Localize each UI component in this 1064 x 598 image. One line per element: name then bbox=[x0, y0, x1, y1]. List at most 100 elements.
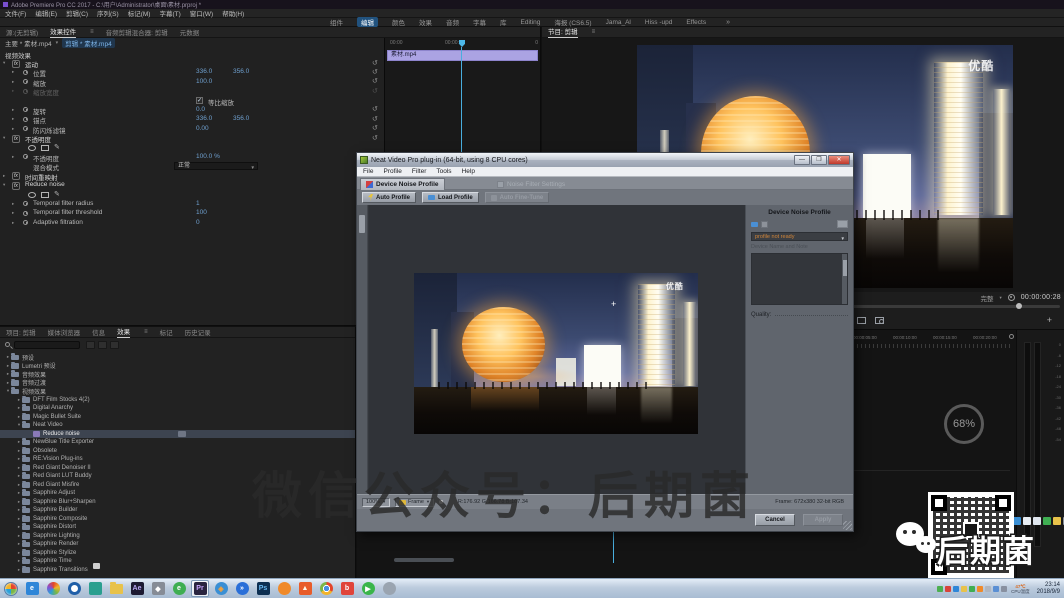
workspace-tab-Hiss -upd[interactable]: Hiss -upd bbox=[645, 19, 672, 26]
effect-row-防闪烁滤镜[interactable]: ▸防闪烁滤镜0.00↺ bbox=[0, 125, 384, 134]
pen-mask-icon[interactable]: ✎ bbox=[54, 190, 60, 198]
load-profile-button[interactable]: Load Profile bbox=[422, 192, 479, 203]
effect-row-缩放宽度[interactable]: ▸缩放宽度↺ bbox=[0, 87, 384, 96]
tree-item-DFT Film Stocks 4(2)[interactable]: ▸DFT Film Stocks 4(2) bbox=[0, 396, 355, 405]
teal-app-icon[interactable] bbox=[86, 580, 104, 597]
profile-options-button[interactable] bbox=[837, 220, 848, 228]
stopwatch-icon[interactable] bbox=[23, 79, 28, 84]
tab-device-noise-profile[interactable]: Device Noise Profile bbox=[360, 178, 445, 190]
property-value[interactable]: 100.0 bbox=[196, 78, 212, 85]
property-value[interactable]: 100.0 % bbox=[196, 153, 220, 160]
noise-preview-area[interactable]: 优酷 + bbox=[369, 205, 745, 494]
workspace-overflow[interactable]: » bbox=[726, 19, 730, 26]
tree-item-Neat Video[interactable]: ▾Neat Video bbox=[0, 421, 355, 430]
nv-menu-Tools[interactable]: Tools bbox=[436, 168, 451, 175]
export-frame-icon[interactable] bbox=[875, 317, 884, 324]
tab-效果控件[interactable]: 效果控件 bbox=[50, 26, 76, 38]
effect-row-位置[interactable]: ▸位置336.0356.0↺ bbox=[0, 68, 384, 77]
effect-row-tools[interactable]: ✎ bbox=[0, 144, 384, 153]
property-value[interactable]: 1 bbox=[196, 200, 200, 207]
compass-browser-icon[interactable]: ◈ bbox=[212, 580, 230, 597]
reset-icon[interactable]: ↺ bbox=[372, 115, 378, 123]
sequence-clip-label[interactable]: 剪辑 * 素材.mp4 bbox=[62, 38, 115, 48]
workspace-tab-Editing[interactable]: Editing bbox=[521, 19, 541, 26]
scroll-thumb[interactable] bbox=[843, 260, 847, 276]
clip-bar[interactable]: 素材.mp4 bbox=[387, 50, 538, 61]
preview-left-scrollbar[interactable] bbox=[357, 205, 368, 494]
twirl-icon[interactable]: ▾ bbox=[3, 182, 5, 188]
grey-app-icon[interactable]: ◆ bbox=[149, 580, 167, 597]
property-value[interactable]: 0 bbox=[196, 219, 200, 226]
tab-noise-filter-settings[interactable]: Noise Filter Settings bbox=[492, 179, 570, 190]
nv-menu-Help[interactable]: Help bbox=[462, 168, 475, 175]
save-profile-icon[interactable] bbox=[761, 221, 768, 228]
effect-row-时间重映射[interactable]: ▸fx时间重映射↺ bbox=[0, 172, 384, 181]
effect-row-Adaptive filtration[interactable]: ▸Adaptive filtration0↺ bbox=[0, 219, 384, 228]
twirl-icon[interactable]: ▸ bbox=[12, 154, 14, 160]
filter-accelerated-icon[interactable] bbox=[86, 341, 95, 349]
settings-gear-icon[interactable] bbox=[1008, 294, 1015, 301]
effect-row-Temporal filter threshold[interactable]: ▸Temporal filter threshold100↺ bbox=[0, 209, 384, 218]
menu-字幕(T)[interactable]: 字幕(T) bbox=[159, 8, 180, 18]
tree-item-Sapphire Lighting[interactable]: ▸Sapphire Lighting bbox=[0, 532, 355, 541]
handwriting-icon[interactable] bbox=[1043, 517, 1051, 525]
twirl-icon[interactable]: ▸ bbox=[12, 220, 14, 226]
minimize-button[interactable]: — bbox=[794, 155, 810, 165]
menu-窗口(W)[interactable]: 窗口(W) bbox=[190, 8, 213, 18]
tree-item-视频效果[interactable]: ▾视频效果 bbox=[0, 387, 355, 396]
chevron-down-icon[interactable]: ▾ bbox=[56, 40, 59, 46]
effect-row-混合模式[interactable]: 混合模式正常▼ bbox=[0, 162, 384, 171]
effect-row-旋转[interactable]: ▸旋转0.0↺ bbox=[0, 106, 384, 115]
playback-resolution-select[interactable]: 完整 bbox=[980, 293, 993, 303]
tab-源:(无剪辑)[interactable]: 源:(无剪辑) bbox=[6, 27, 38, 37]
twirl-icon[interactable]: ▸ bbox=[12, 79, 14, 85]
property-value[interactable]: 336.0 bbox=[196, 68, 212, 75]
stopwatch-icon[interactable] bbox=[23, 201, 28, 206]
workspace-tab-效果[interactable]: 效果 bbox=[419, 17, 432, 27]
tab-历史记录[interactable]: 历史记录 bbox=[185, 327, 211, 337]
twirl-icon[interactable]: ▸ bbox=[12, 116, 14, 122]
profile-status-dropdown[interactable]: profile not ready▼ bbox=[751, 232, 848, 241]
tree-item-预设[interactable]: ▸预设 bbox=[0, 353, 355, 362]
browser-ring-icon[interactable] bbox=[65, 580, 83, 597]
twirl-icon[interactable]: ▾ bbox=[3, 60, 5, 66]
input-method-bar[interactable] bbox=[1013, 517, 1064, 525]
effect-row-锚点[interactable]: ▸锚点336.0356.0↺ bbox=[0, 115, 384, 124]
textarea-scrollbar[interactable] bbox=[842, 254, 847, 304]
property-value[interactable]: 100 bbox=[196, 209, 207, 216]
workspace-tab-音频[interactable]: 音频 bbox=[446, 17, 459, 27]
toolbox-icon[interactable] bbox=[1053, 517, 1061, 525]
tray-icon-1[interactable] bbox=[945, 586, 951, 592]
grey-round-icon[interactable] bbox=[380, 580, 398, 597]
tab-音频剪辑混合器: 剪辑[interactable]: 音频剪辑混合器: 剪辑 bbox=[106, 27, 168, 37]
tree-item-Sapphire Time[interactable]: ▸Sapphire Time bbox=[0, 557, 355, 566]
tree-item-NewBlue Title Exporter[interactable]: ▸NewBlue Title Exporter bbox=[0, 438, 355, 447]
tray-icon-0[interactable] bbox=[937, 586, 943, 592]
keyboard-icon[interactable] bbox=[1033, 517, 1041, 525]
effect-row-运动[interactable]: ▾fx运动↺ bbox=[0, 59, 384, 68]
tab-信息[interactable]: 信息 bbox=[92, 327, 105, 337]
tree-item-Sapphire Render[interactable]: ▸Sapphire Render bbox=[0, 540, 355, 549]
zoom-handle-icon[interactable] bbox=[1009, 334, 1014, 339]
uniform-scale-checkbox[interactable]: ✓ bbox=[196, 97, 203, 104]
new-bin-icon[interactable] bbox=[93, 563, 100, 569]
tray-clock[interactable]: 23:142018/9/9 bbox=[1037, 582, 1060, 596]
sogou-icon[interactable] bbox=[44, 580, 62, 597]
menu-标记(M)[interactable]: 标记(M) bbox=[128, 8, 151, 18]
ie-icon[interactable]: e bbox=[23, 580, 41, 597]
nv-menu-Profile[interactable]: Profile bbox=[383, 168, 401, 175]
twirl-icon[interactable]: ▸ bbox=[12, 126, 14, 132]
workspace-tab-字幕[interactable]: 字幕 bbox=[473, 17, 486, 27]
tree-item-Lumetri 预设[interactable]: ▸Lumetri 预设 bbox=[0, 362, 355, 371]
after-effects-icon[interactable]: Ae bbox=[128, 580, 146, 597]
tab-元数据[interactable]: 元数据 bbox=[180, 27, 200, 37]
nv-menu-Filter[interactable]: Filter bbox=[412, 168, 426, 175]
menu-编辑(E)[interactable]: 编辑(E) bbox=[35, 8, 57, 18]
tree-item-Magic Bullet Suite[interactable]: ▸Magic Bullet Suite bbox=[0, 413, 355, 422]
mic-icon[interactable] bbox=[1023, 517, 1031, 525]
stopwatch-icon[interactable] bbox=[23, 117, 28, 122]
tree-item-音频效果[interactable]: ▸音频效果 bbox=[0, 370, 355, 379]
tree-item-音频过渡[interactable]: ▸音频过渡 bbox=[0, 379, 355, 388]
tray-icon-3[interactable] bbox=[961, 586, 967, 592]
effect-row-不透明度[interactable]: ▸不透明度100.0 %↺ bbox=[0, 153, 384, 162]
